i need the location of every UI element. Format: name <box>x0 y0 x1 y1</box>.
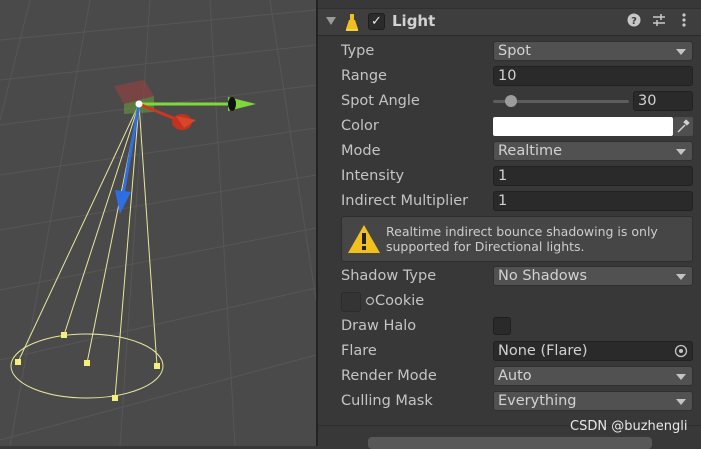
dropdown-arrow-icon <box>676 49 686 55</box>
shadow-type-dropdown[interactable]: No Shadows <box>493 266 693 286</box>
scene-grid <box>0 0 316 446</box>
add-component-button[interactable] <box>368 437 652 449</box>
shadow-type-label: Shadow Type <box>341 268 437 284</box>
gizmo-y-cone-base <box>228 97 236 111</box>
flare-object-field[interactable]: None (Flare) <box>493 341 693 361</box>
culling-mask-value: Everything <box>498 393 577 409</box>
inspector-panel: ✓ Light ? Type Spot Range 10 Spot Angle … <box>318 0 701 449</box>
range-input[interactable]: 10 <box>493 66 693 86</box>
object-picker-icon[interactable] <box>674 344 688 358</box>
scene-canvas[interactable] <box>0 0 316 446</box>
gizmo-z-axis[interactable] <box>121 103 141 196</box>
scene-view[interactable] <box>0 0 316 446</box>
gizmo-center[interactable] <box>135 100 143 108</box>
presets-icon[interactable] <box>651 13 667 29</box>
cone-handle[interactable] <box>84 360 90 366</box>
draw-halo-label: Draw Halo <box>341 318 417 334</box>
mode-dropdown[interactable]: Realtime <box>493 141 693 161</box>
draw-halo-row: Draw Halo <box>318 316 701 338</box>
cookie-label-text: Cookie <box>375 293 425 309</box>
watermark-text: CSDN @buzhengli <box>570 419 688 434</box>
eyedropper-icon <box>677 119 690 133</box>
dropdown-arrow-icon <box>676 274 686 280</box>
type-row: Type Spot <box>318 41 701 63</box>
spot-angle-label: Spot Angle <box>341 93 420 109</box>
range-label: Range <box>341 68 387 84</box>
culling-mask-row: Culling Mask Everything <box>318 391 701 413</box>
culling-mask-label: Culling Mask <box>341 393 433 409</box>
flare-row: Flare None (Flare) <box>318 341 701 363</box>
dropdown-arrow-icon <box>676 399 686 405</box>
cookie-texture-slot[interactable] <box>341 292 361 312</box>
component-title: Light <box>392 12 436 30</box>
color-label: Color <box>341 118 379 134</box>
warning-help-box: Realtime indirect bounce shadowing is on… <box>341 216 693 262</box>
warning-text-line: Realtime indirect bounce shadowing is on… <box>386 224 658 239</box>
spot-angle-input[interactable]: 30 <box>633 91 693 111</box>
shadow-type-row: Shadow Type No Shadows <box>318 266 701 288</box>
render-mode-value: Auto <box>498 368 532 384</box>
svg-text:?: ? <box>631 16 637 27</box>
cone-handle[interactable] <box>61 332 67 338</box>
mode-label: Mode <box>341 143 381 159</box>
render-mode-dropdown[interactable]: Auto <box>493 366 693 386</box>
cookie-circle-icon <box>365 296 375 306</box>
mode-row: Mode Realtime <box>318 141 701 163</box>
cookie-row: Cookie <box>318 291 701 313</box>
range-row: Range 10 <box>318 66 701 88</box>
color-row: Color <box>318 116 701 138</box>
type-dropdown[interactable]: Spot <box>493 41 693 61</box>
cone-handle[interactable] <box>154 363 160 369</box>
dropdown-arrow-icon <box>676 374 686 380</box>
foldout-arrow-icon[interactable] <box>326 17 336 25</box>
intensity-row: Intensity 1 <box>318 166 701 188</box>
more-icon[interactable] <box>676 13 692 29</box>
indirect-multiplier-label: Indirect Multiplier <box>341 193 469 209</box>
render-mode-row: Render Mode Auto <box>318 366 701 388</box>
warning-text: Realtime indirect bounce shadowing is on… <box>386 224 686 254</box>
component-header[interactable]: ✓ Light ? <box>318 8 701 36</box>
spot-angle-row: Spot Angle 30 <box>318 91 701 113</box>
warning-icon <box>348 225 380 253</box>
dropdown-arrow-icon <box>676 149 686 155</box>
light-component-icon <box>346 14 358 31</box>
warning-text-line: supported for Directional lights. <box>386 239 585 254</box>
draw-halo-checkbox[interactable] <box>493 317 511 335</box>
color-swatch[interactable] <box>493 117 673 136</box>
intensity-input[interactable]: 1 <box>493 166 693 186</box>
indirect-multiplier-row: Indirect Multiplier 1 <box>318 191 701 213</box>
intensity-label: Intensity <box>341 168 405 184</box>
indirect-multiplier-input[interactable]: 1 <box>493 191 693 211</box>
eyedropper-button[interactable] <box>673 117 693 136</box>
flare-value: None (Flare) <box>498 343 588 359</box>
type-value: Spot <box>498 43 531 59</box>
spot-angle-slider-thumb[interactable] <box>504 95 517 107</box>
type-label: Type <box>341 43 375 59</box>
component-enabled-checkbox[interactable]: ✓ <box>368 13 385 30</box>
shadow-type-value: No Shadows <box>498 268 588 284</box>
culling-mask-dropdown[interactable]: Everything <box>493 391 693 411</box>
mode-value: Realtime <box>498 143 563 159</box>
cone-handle[interactable] <box>15 359 21 365</box>
render-mode-label: Render Mode <box>341 368 437 384</box>
cone-handle[interactable] <box>112 395 118 401</box>
cookie-label: Cookie <box>365 293 424 309</box>
help-icon[interactable]: ? <box>626 13 642 29</box>
flare-label: Flare <box>341 343 377 359</box>
